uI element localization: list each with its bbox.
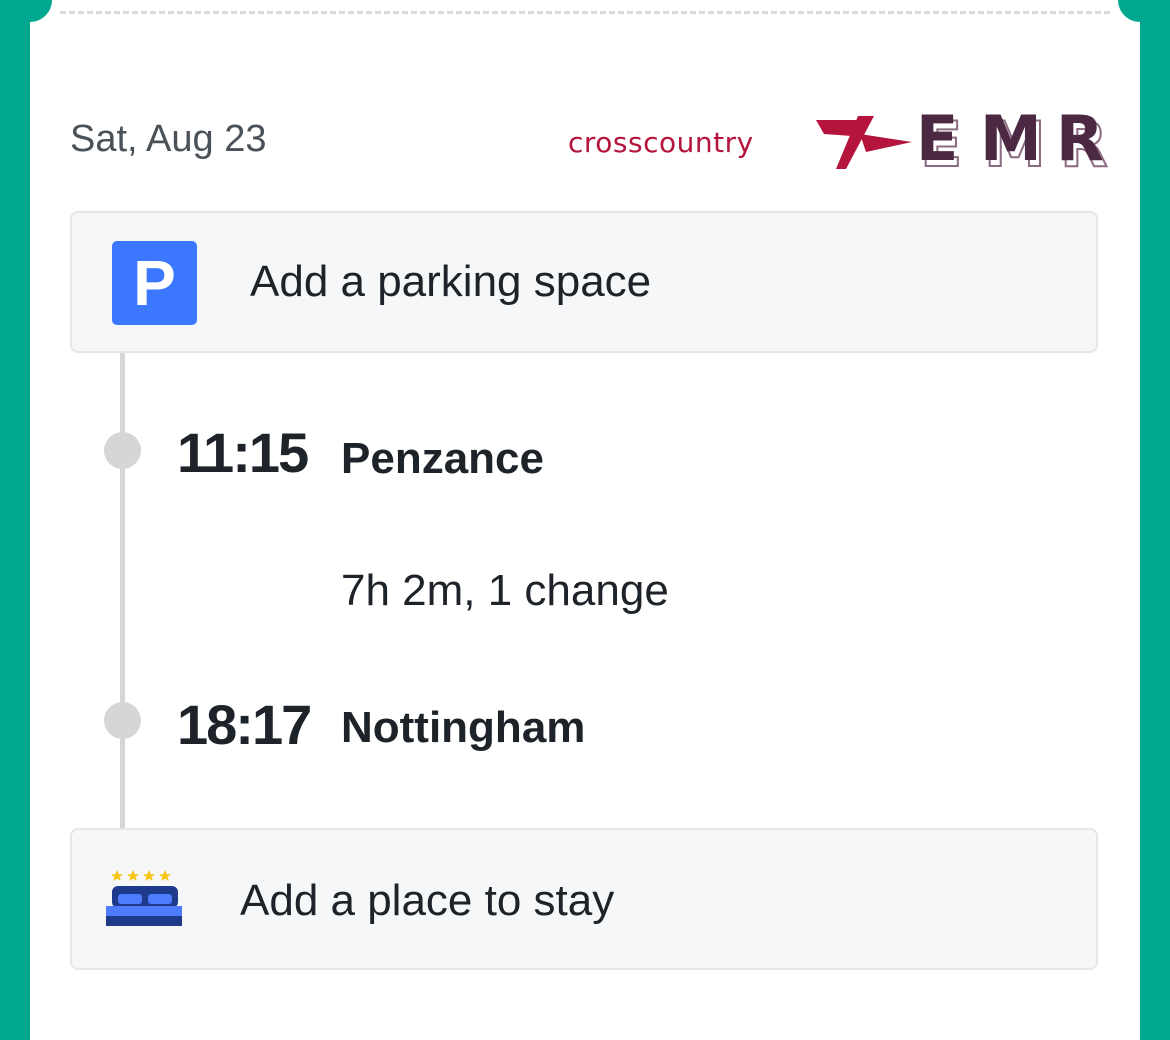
arrival-dot	[104, 702, 141, 739]
crosscountry-logo-text: crosscountry	[568, 126, 754, 159]
journey-duration: 7h 2m, 1 change	[341, 566, 669, 615]
ticket-notch-left	[8, 0, 52, 22]
emr-logo-letter-e: E	[916, 102, 959, 175]
add-stay-button[interactable]: Add a place to stay	[70, 828, 1098, 970]
crosscountry-logo-icon	[816, 116, 912, 169]
timeline-line	[120, 353, 125, 828]
add-stay-label: Add a place to stay	[240, 876, 615, 925]
departure-station: Penzance	[341, 434, 544, 483]
arrival-station: Nottingham	[341, 703, 586, 752]
add-parking-label: Add a parking space	[250, 257, 652, 306]
hotel-bed-icon	[106, 870, 182, 926]
ticket-notch-right	[1118, 0, 1162, 22]
arrival-time: 18:17	[177, 693, 312, 756]
add-parking-button[interactable]: P Add a parking space	[70, 211, 1098, 353]
journey-date: Sat, Aug 23	[70, 118, 267, 160]
ticket-perforation	[60, 11, 1110, 14]
emr-logo-letter-m: M	[980, 102, 1042, 175]
emr-logo: E E M M R R	[916, 108, 1109, 177]
parking-icon: P	[112, 241, 197, 325]
departure-time: 11:15	[177, 421, 309, 484]
departure-dot	[104, 432, 141, 469]
emr-logo-letter-r: R	[1056, 102, 1104, 175]
journey-card: Sat, Aug 23 crosscountry E E M M R R P A…	[8, 0, 1162, 1040]
